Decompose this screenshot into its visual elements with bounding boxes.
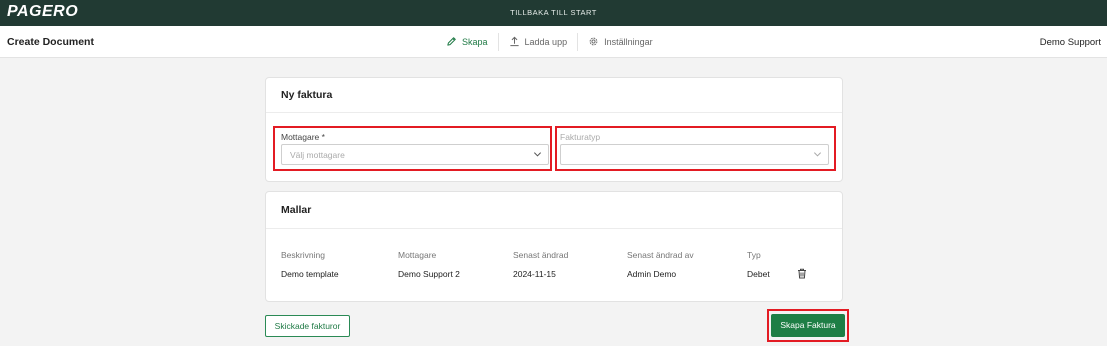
table-row[interactable]: Demo template Demo Support 2 2024-11-15 …: [281, 263, 827, 285]
chevron-down-icon: [813, 150, 822, 160]
nav-settings[interactable]: Inställningar: [578, 32, 663, 52]
column-header-modified-by: Senast ändrad av: [627, 250, 694, 260]
nav-settings-label: Inställningar: [604, 37, 653, 47]
back-to-start-link[interactable]: TILLBAKA TILL START: [0, 8, 1107, 17]
nav-create-label: Skapa: [462, 37, 488, 47]
cell-type: Debet: [747, 269, 770, 279]
column-header-actions: [797, 247, 827, 263]
recipient-placeholder: Välj mottagare: [290, 150, 345, 160]
cell-description[interactable]: Demo template: [281, 263, 398, 285]
main-nav: Skapa Ladda upp Inställningar: [436, 26, 663, 58]
new-invoice-card: Ny faktura Mottagare * Välj mottagare Fa…: [265, 77, 843, 182]
recipient-label: Mottagare *: [281, 132, 325, 142]
upload-icon: [509, 36, 520, 49]
top-bar: PAGERO TILLBAKA TILL START: [0, 0, 1107, 26]
gear-icon: [588, 36, 599, 49]
page-title: Create Document: [7, 36, 94, 48]
cell-modified-by: Admin Demo: [627, 269, 677, 279]
nav-create[interactable]: Skapa: [436, 32, 498, 52]
nav-upload-label: Ladda upp: [524, 37, 568, 47]
column-header-modified: Senast ändrad: [513, 250, 569, 260]
cell-recipient: Demo Support 2: [398, 269, 460, 279]
column-header-type: Typ: [747, 250, 761, 260]
pencil-icon: [446, 36, 457, 49]
invoice-type-select[interactable]: [560, 144, 829, 165]
column-header-description: Beskrivning: [281, 250, 325, 260]
column-header-recipient: Mottagare: [398, 250, 437, 260]
delete-template-button[interactable]: [797, 263, 827, 285]
header-bar: Create Document Skapa Ladda upp Inställn…: [0, 26, 1107, 58]
templates-title: Mallar: [266, 192, 842, 229]
recipient-select[interactable]: Välj mottagare: [281, 144, 549, 165]
templates-table: Beskrivning Mottagare Senast ändrad Sena…: [281, 247, 827, 285]
trash-icon: [797, 268, 807, 281]
cell-modified: 2024-11-15: [513, 269, 556, 279]
nav-upload[interactable]: Ladda upp: [499, 32, 578, 52]
new-invoice-title: Ny faktura: [266, 78, 842, 113]
table-header-row: Beskrivning Mottagare Senast ändrad Sena…: [281, 247, 827, 263]
templates-card: Mallar Beskrivning Mottagare Senast ändr…: [265, 191, 843, 302]
chevron-down-icon: [533, 150, 542, 160]
user-name[interactable]: Demo Support: [1040, 37, 1101, 48]
create-invoice-button[interactable]: Skapa Faktura: [771, 314, 845, 337]
invoice-type-label: Fakturatyp: [560, 132, 601, 142]
sent-invoices-button[interactable]: Skickade fakturor: [265, 315, 350, 337]
